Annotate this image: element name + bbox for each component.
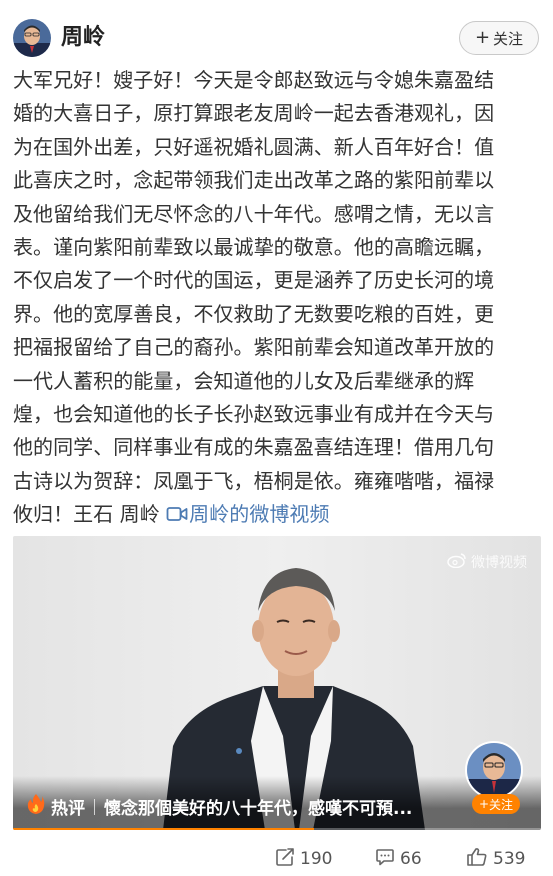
like-icon xyxy=(466,847,488,872)
post-text-line: 古诗以为贺辞：凤凰于飞，梧桐是依。雍雍喈喈，福禄 xyxy=(13,468,495,493)
repost-count: 190 xyxy=(300,849,333,869)
watermark-label: 微博视频 xyxy=(471,555,527,571)
hot-comment-text: 懷念那個美好的八十年代，感嘆不可預... xyxy=(104,799,413,819)
divider xyxy=(94,798,95,815)
weibo-logo-icon xyxy=(447,552,467,572)
post-text-line: 表。谨向紫阳前辈致以最诚挚的敬意。他的高瞻远瞩， xyxy=(13,234,495,259)
repost-icon xyxy=(275,847,295,872)
hot-comment[interactable]: 热评 懷念那個美好的八十年代，感嘆不可預... xyxy=(27,793,412,820)
post-text-line: 一代人蓄积的能量，会知道他的儿女及后辈继承的辉 xyxy=(13,368,475,393)
comment-button[interactable]: 66 xyxy=(375,842,422,876)
post-text-line: 煌，也会知道他的长子长孙赵致远事业有成并在今天与 xyxy=(13,401,495,426)
plus-icon: + xyxy=(474,27,491,48)
post-text-line: 把福报留给了自己的裔孙。紫阳前辈会知道改革开放的 xyxy=(13,335,495,360)
username[interactable]: 周岭 xyxy=(61,23,105,53)
video-player[interactable]: 微博视频 热评 懷念那個美好的八十年代，感嘆不可預... + 关注 xyxy=(13,536,541,830)
comment-icon xyxy=(375,847,395,872)
video-progress-bar[interactable] xyxy=(13,828,541,830)
post-text-line: 为在国外出差，只好遥祝婚礼圆满、新人百年好合！值 xyxy=(13,134,495,159)
author-avatar[interactable] xyxy=(465,741,523,799)
author-follow-button[interactable]: + 关注 xyxy=(472,794,520,814)
like-count: 539 xyxy=(493,849,526,869)
post-text-line: 及他留给我们无尽怀念的八十年代。感喟之情，无以言 xyxy=(13,201,495,226)
post-text-signature: 攸归！王石 周岭 xyxy=(13,502,167,527)
follow-label: 关注 xyxy=(493,29,524,48)
video-link[interactable]: 周岭的微博视频 xyxy=(166,502,329,526)
post-text-last-line: 攸归！王石 周岭 周岭的微博视频 xyxy=(13,498,543,531)
post-text-line: 界。他的宽厚善良，不仅救助了无数要吃粮的百姓，更 xyxy=(13,301,495,326)
hot-label: 热评 xyxy=(51,799,85,819)
video-link-label: 周岭的微博视频 xyxy=(189,502,330,527)
user-avatar[interactable] xyxy=(13,19,51,57)
post-text-line: 此喜庆之时，念起带领我们走出改革之路的紫阳前辈以 xyxy=(13,168,495,193)
author-follow-label: 关注 xyxy=(489,797,514,812)
comment-count: 66 xyxy=(400,849,422,869)
post-body: 大军兄好！嫂子好！今天是令郎赵致远与令媳朱嘉盈结 婚的大喜日子，原打算跟老友周岭… xyxy=(13,64,543,531)
post-text-line: 大军兄好！嫂子好！今天是令郎赵致远与令媳朱嘉盈结 xyxy=(13,68,495,92)
repost-button[interactable]: 190 xyxy=(275,842,332,876)
video-watermark: 微博视频 xyxy=(447,552,527,572)
like-button[interactable]: 539 xyxy=(466,842,525,876)
post-text-line: 不仅启发了一个时代的国运，更是涵养了历史长河的境 xyxy=(13,268,495,293)
fire-icon xyxy=(27,793,45,820)
post-text-line: 婚的大喜日子，原打算跟老友周岭一起去香港观礼，因 xyxy=(13,101,495,126)
video-progress-fill xyxy=(13,828,314,830)
post-text-line: 他的同学、同样事业有成的朱嘉盈喜结连理！借用几句 xyxy=(13,435,495,460)
follow-button[interactable]: + 关注 xyxy=(459,21,539,55)
action-bar: 190 66 539 xyxy=(0,842,553,876)
video-camera-icon xyxy=(166,500,188,533)
